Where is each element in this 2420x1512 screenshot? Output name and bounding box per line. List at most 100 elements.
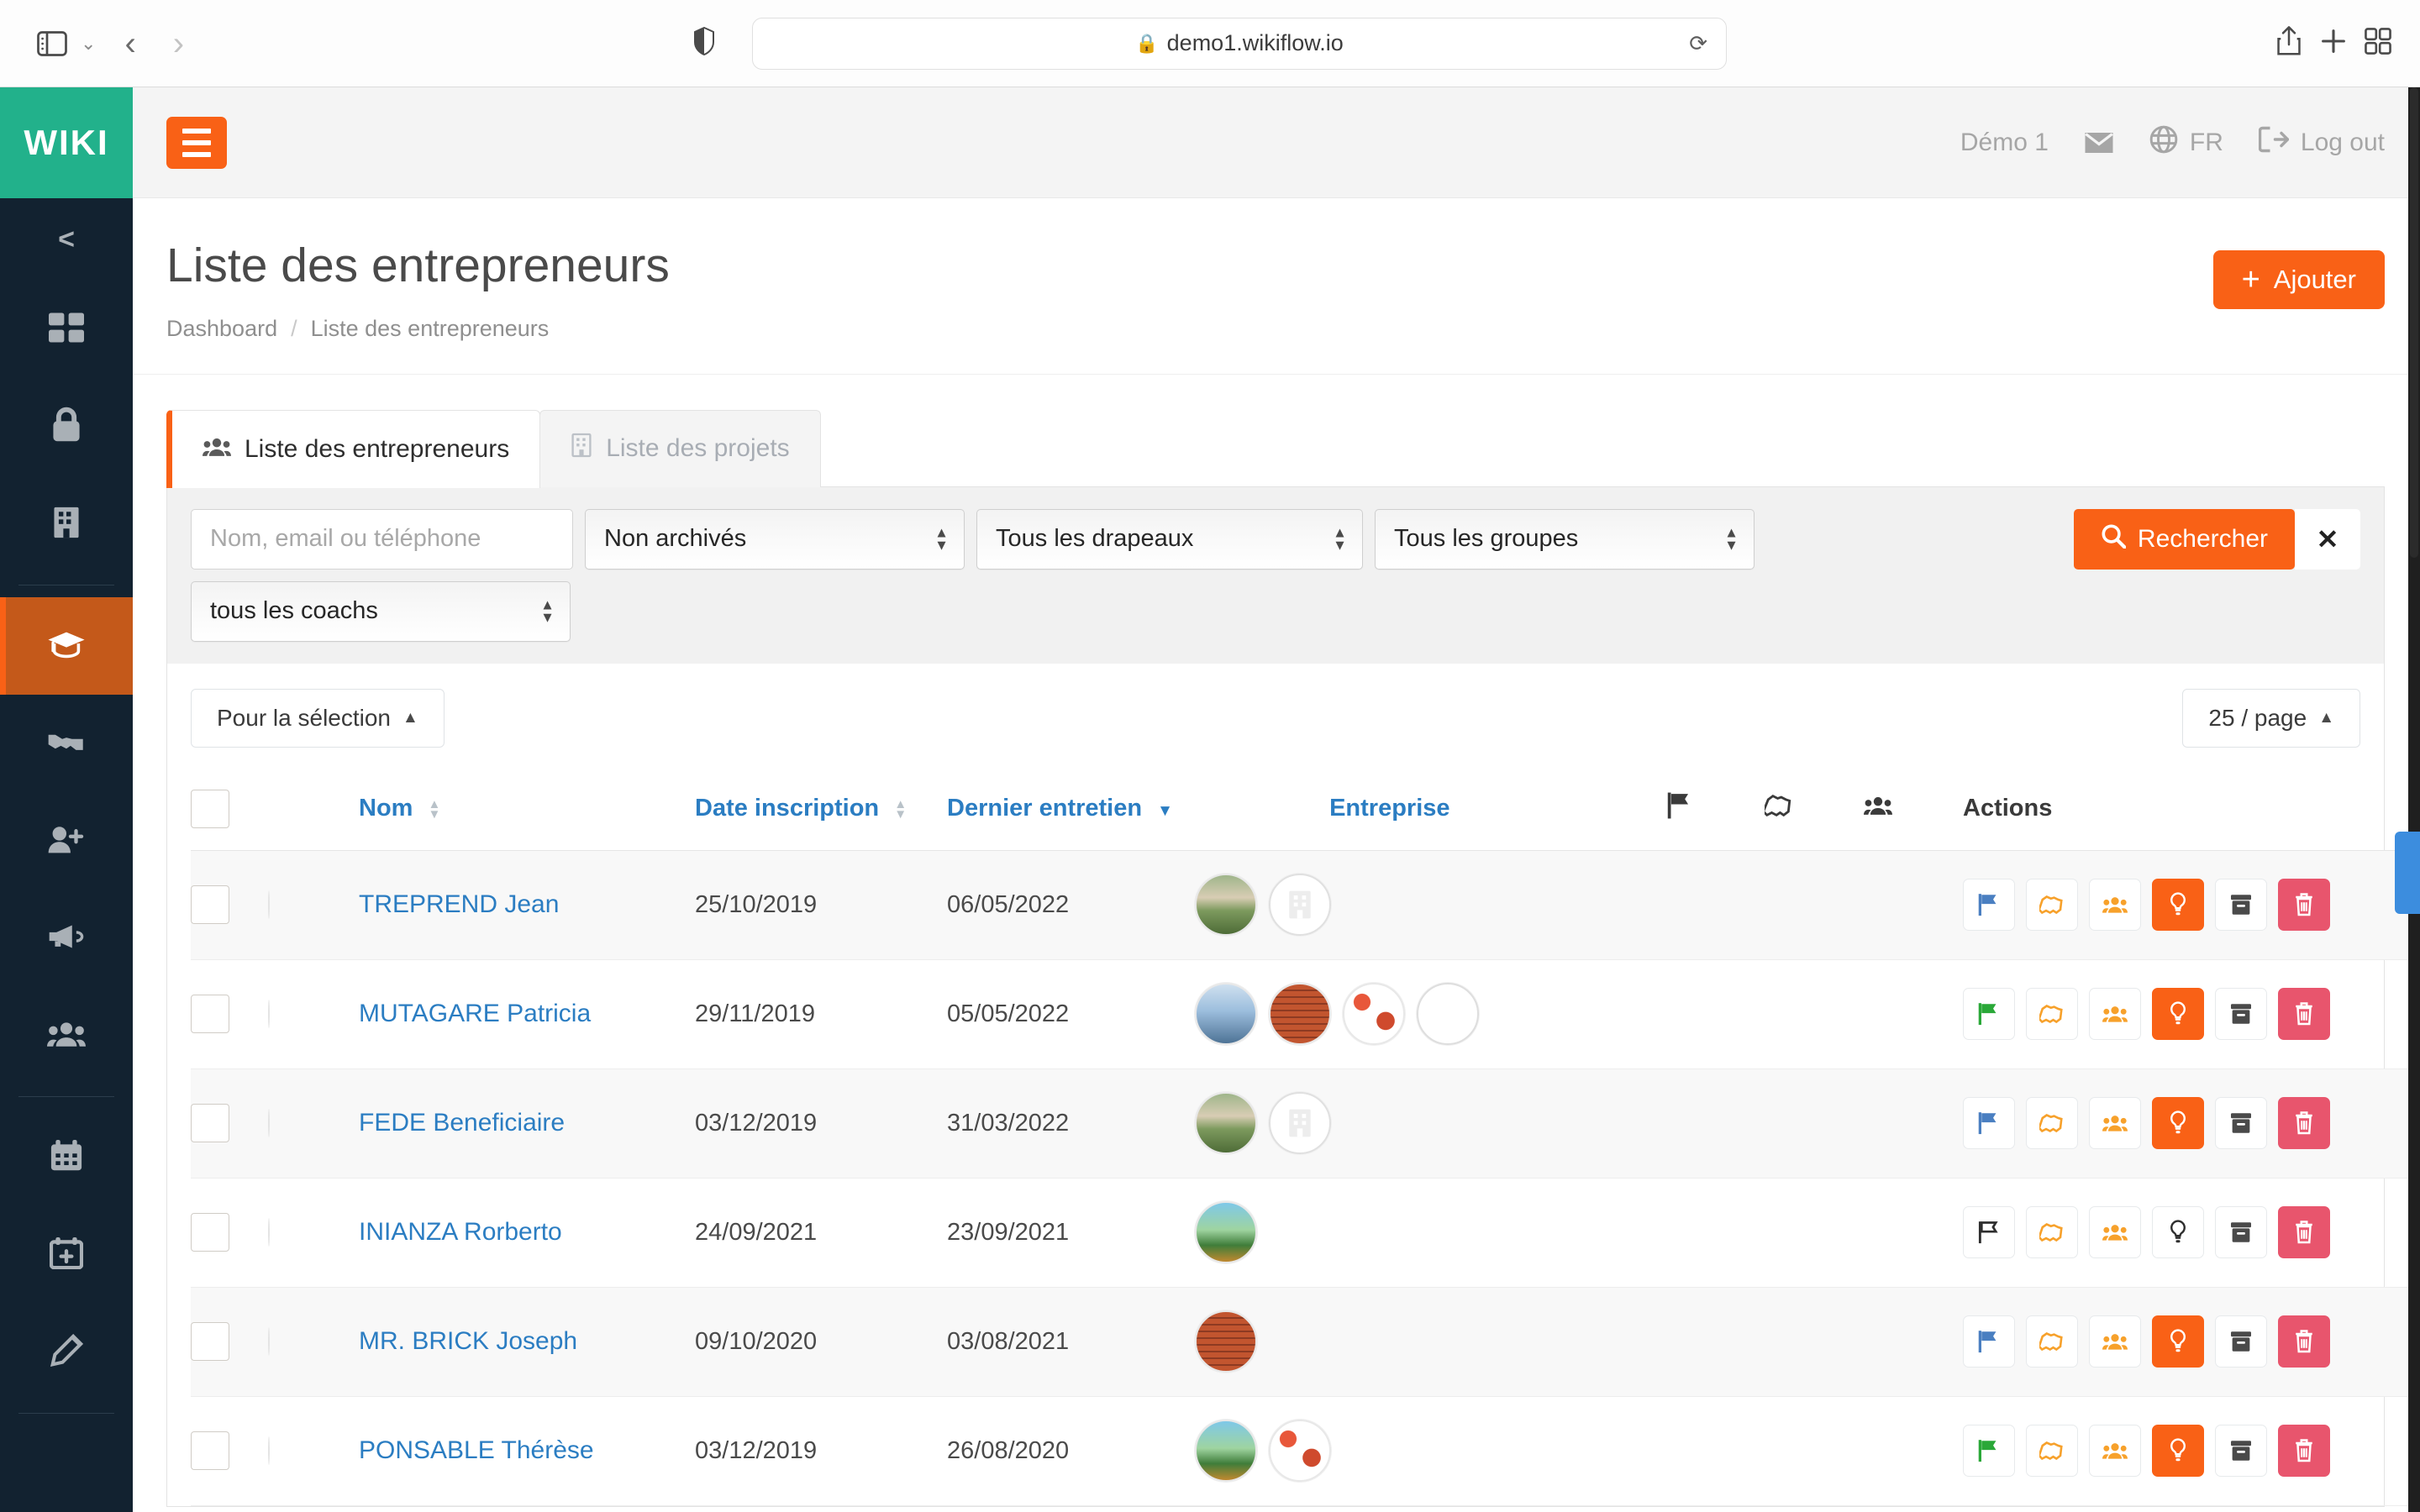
browser-back-button[interactable]: ‹	[106, 27, 154, 60]
sidebar-item-organisations[interactable]	[0, 475, 133, 573]
per-page-button[interactable]: 25 / page ▲	[2182, 688, 2360, 748]
column-header-date-inscription[interactable]: Date inscription ▲ ▼	[695, 767, 947, 851]
flag-button[interactable]	[1963, 879, 2015, 932]
flag-button[interactable]	[1963, 988, 2015, 1041]
sidebar-item-editer[interactable]	[0, 1304, 133, 1401]
language-switcher[interactable]: FR	[2149, 125, 2223, 160]
sidebar-item-calendrier[interactable]	[0, 1109, 133, 1206]
column-header-dernier-entretien[interactable]: Dernier entretien ▼ Entreprise	[947, 767, 1665, 851]
partner-button[interactable]	[2026, 1097, 2078, 1150]
groups-button[interactable]	[2089, 1425, 2141, 1478]
delete-button[interactable]	[2278, 1425, 2330, 1478]
table-row[interactable]: INIANZA Rorberto 24/09/2021 23/09/2021	[191, 1178, 2420, 1288]
tab-overview-icon[interactable]	[2365, 28, 2391, 59]
sidebar-item-groupes[interactable]	[0, 987, 133, 1084]
sidebar-item-security[interactable]	[0, 378, 133, 475]
row-checkbox[interactable]	[191, 995, 229, 1034]
entrepreneur-name-link[interactable]: PONSABLE Thérèse	[359, 1436, 594, 1464]
company-placeholder-avatar[interactable]	[1269, 874, 1331, 937]
company-avatar[interactable]	[1269, 983, 1331, 1046]
app-logo[interactable]: WIKI	[0, 87, 133, 198]
address-bar[interactable]: 🔒 demo1.wikiflow.io ⟳	[752, 17, 1727, 70]
sidebar-collapse-button[interactable]: <	[0, 198, 133, 281]
groups-button[interactable]	[2089, 879, 2141, 932]
plus-icon[interactable]	[2319, 27, 2348, 60]
table-row[interactable]: MR. BRICK Joseph 09/10/2020 03/08/2021	[191, 1287, 2420, 1397]
archive-button[interactable]	[2215, 1206, 2267, 1259]
archive-button[interactable]	[2215, 1315, 2267, 1368]
right-side-panel-toggle[interactable]	[2395, 832, 2420, 914]
project-idea-button[interactable]	[2152, 1097, 2204, 1150]
delete-button[interactable]	[2278, 988, 2330, 1041]
browser-forward-button[interactable]: ›	[155, 27, 203, 60]
archive-button[interactable]	[2215, 879, 2267, 932]
row-checkbox[interactable]	[191, 1322, 229, 1362]
share-icon[interactable]	[2275, 26, 2302, 60]
entrepreneur-name-link[interactable]: MR. BRICK Joseph	[359, 1327, 577, 1355]
groups-button[interactable]	[2089, 1206, 2141, 1259]
delete-button[interactable]	[2278, 879, 2330, 932]
entrepreneur-name-link[interactable]: FEDE Beneficiaire	[359, 1109, 565, 1137]
company-empty-avatar[interactable]	[1417, 983, 1479, 1046]
project-idea-button[interactable]	[2152, 879, 2204, 932]
row-checkbox[interactable]	[191, 1213, 229, 1252]
flag-button[interactable]	[1963, 1206, 2015, 1259]
company-avatar[interactable]	[1269, 1420, 1331, 1483]
delete-button[interactable]	[2278, 1097, 2330, 1150]
table-row[interactable]: MUTAGARE Patricia 29/11/2019 05/05/2022	[191, 959, 2420, 1069]
flag-button[interactable]	[1963, 1315, 2015, 1368]
flags-select[interactable]: Tous les drapeaux ▲ ▼	[976, 508, 1363, 570]
groups-button[interactable]	[2089, 1097, 2141, 1150]
table-row[interactable]: PONSABLE Thérèse 03/12/2019 26/08/2020	[191, 1396, 2420, 1506]
company-avatar[interactable]	[1195, 1310, 1257, 1373]
tab-liste-des-projets[interactable]: Liste des projets	[539, 409, 821, 487]
sidebar-item-dashboard[interactable]	[0, 281, 133, 378]
entrepreneur-name-link[interactable]: INIANZA Rorberto	[359, 1218, 562, 1246]
page-scrollbar[interactable]	[2408, 87, 2420, 1512]
delete-button[interactable]	[2278, 1206, 2330, 1259]
partner-button[interactable]	[2026, 1425, 2078, 1478]
project-idea-button[interactable]	[2152, 1425, 2204, 1478]
project-idea-button[interactable]	[2152, 1206, 2204, 1259]
tab-liste-des-entrepreneurs[interactable]: Liste des entrepreneurs	[166, 409, 541, 488]
breadcrumb-item-dashboard[interactable]: Dashboard	[166, 316, 277, 342]
groups-button[interactable]	[2089, 1315, 2141, 1368]
hamburger-icon[interactable]	[166, 116, 227, 169]
groups-button[interactable]	[2089, 988, 2141, 1041]
partner-button[interactable]	[2026, 988, 2078, 1041]
project-idea-button[interactable]	[2152, 988, 2204, 1041]
entrepreneur-name-link[interactable]: TREPREND Jean	[359, 890, 559, 918]
flag-button[interactable]	[1963, 1425, 2015, 1478]
partner-button[interactable]	[2026, 879, 2078, 932]
sidebar-item-partenaires[interactable]	[0, 695, 133, 792]
table-row[interactable]: FEDE Beneficiaire 03/12/2019 31/03/2022	[191, 1068, 2420, 1179]
sidebar-item-formation[interactable]	[0, 597, 133, 695]
archive-button[interactable]	[2215, 988, 2267, 1041]
company-avatar[interactable]	[1195, 1420, 1257, 1483]
archive-button[interactable]	[2215, 1425, 2267, 1478]
archive-button[interactable]	[2215, 1097, 2267, 1150]
envelope-icon[interactable]	[2084, 131, 2114, 155]
row-checkbox[interactable]	[191, 885, 229, 925]
topbar-username[interactable]: Démo 1	[1960, 129, 2049, 157]
column-header-nom[interactable]: Nom ▲ ▼	[359, 767, 695, 851]
add-button[interactable]: + Ajouter	[2212, 250, 2385, 309]
table-row[interactable]: TREPREND Jean 25/10/2019 06/05/2022	[191, 850, 2420, 960]
search-button[interactable]: Rechercher	[2073, 508, 2295, 570]
clear-filters-button[interactable]: ✕	[2295, 508, 2360, 570]
partner-button[interactable]	[2026, 1206, 2078, 1259]
groups-select[interactable]: Tous les groupes ▲ ▼	[1375, 508, 1754, 570]
sidebar-item-nouvel-evenement[interactable]	[0, 1206, 133, 1304]
sidebar-item-ajouter-utilisateur[interactable]	[0, 792, 133, 890]
company-avatar[interactable]	[1195, 1201, 1257, 1264]
company-avatar[interactable]	[1343, 983, 1405, 1046]
flag-button[interactable]	[1963, 1097, 2015, 1150]
row-checkbox[interactable]	[191, 1104, 229, 1143]
company-avatar[interactable]	[1195, 1092, 1257, 1155]
company-placeholder-avatar[interactable]	[1269, 1092, 1331, 1155]
row-checkbox[interactable]	[191, 1431, 229, 1471]
sidebar-item-annonces[interactable]	[0, 890, 133, 987]
delete-button[interactable]	[2278, 1315, 2330, 1368]
entrepreneur-name-link[interactable]: MUTAGARE Patricia	[359, 1000, 591, 1027]
logout-button[interactable]: Log out	[2258, 126, 2385, 160]
